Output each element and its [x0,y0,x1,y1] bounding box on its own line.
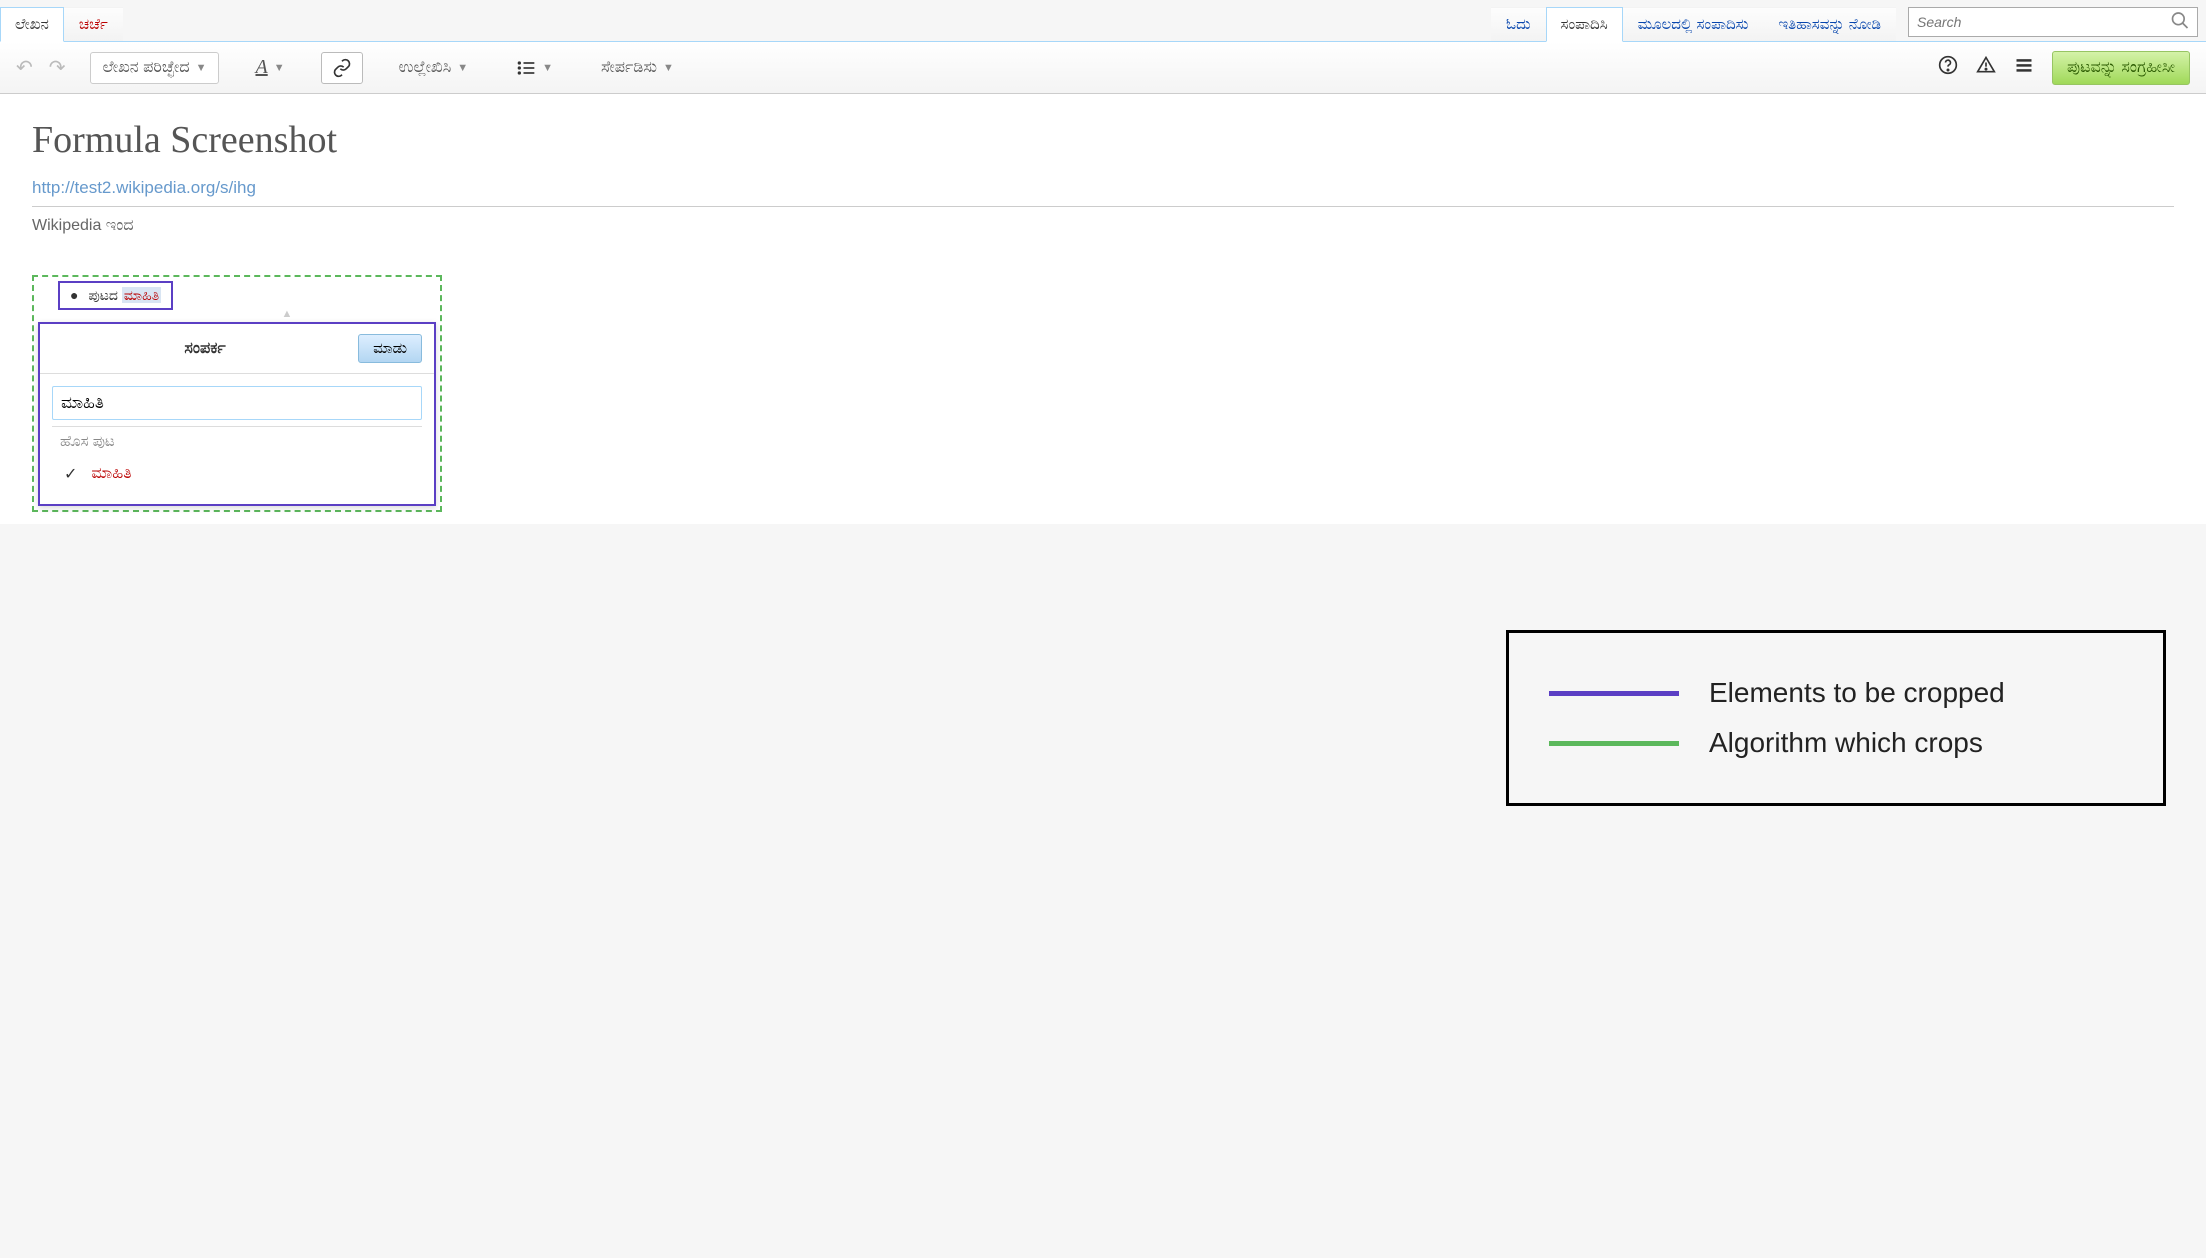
link-target-input-wrap [52,386,422,420]
link-button[interactable] [321,52,363,84]
warning-icon[interactable] [1976,55,1996,81]
link-inspector-popup: ಸಂಪರ್ಕ ಮಾಡು ಹೊಸ ಪುಟ ✓ ಮಾಹಿತಿ [38,322,436,506]
popup-done-button[interactable]: ಮಾಡು [358,334,422,363]
legend-label-crop: Elements to be cropped [1709,677,2005,709]
popup-caret-icon: ▲ [134,308,440,320]
right-tabs: ಓದು ಸಂಪಾದಿಸಿ ಮೂಲದಲ್ಲಿ ಸಂಪಾದಿಸು ಇತಿಹಾಸವನ್… [1491,7,1896,41]
annotation-region: ● ಪುಟದ ಮಾಹಿತಿ ▲ ಸಂಪರ್ಕ ಮಾಡು ಹೊಸ ಪುಟ [32,275,442,512]
new-page-header: ಹೊಸ ಪುಟ [52,427,422,456]
insert-label: ಸೇರ್ಪಡಿಸು [601,59,657,77]
search-box [1908,7,2198,37]
cite-dropdown[interactable]: ಉಲ್ಲೇಖಿಸಿ ▼ [387,53,481,83]
paragraph-dropdown[interactable]: ಲೇಖನ ಪರಿಚ್ಛೇದ ▼ [90,52,220,84]
undo-redo-group: ↶ ↷ [16,55,66,80]
link-context-box: ● ಪುಟದ ಮಾಹಿತಿ [58,281,173,310]
tab-article[interactable]: ಲೇಖನ [0,7,64,42]
chevron-down-icon: ▼ [457,62,468,74]
text-style-dropdown[interactable]: A ▼ [243,50,296,85]
algorithm-crop-box: ● ಪುಟದ ಮಾಹಿತಿ ▲ ಸಂಪರ್ಕ ಮಾಡು ಹೊಸ ಪುಟ [32,275,442,512]
chevron-down-icon: ▼ [663,62,674,74]
undo-icon[interactable]: ↶ [16,55,33,80]
editor-toolbar: ↶ ↷ ಲೇಖನ ಪರಿಚ್ಛೇದ ▼ A ▼ ಉಲ್ಲೇಖಿಸಿ ▼ ▼ ಸೇ… [0,42,2206,94]
link-icon [332,58,352,78]
popup-body: ಹೊಸ ಪುಟ ✓ ಮಾಹಿತಿ [40,374,434,504]
suggestion-label: ಮಾಹಿತಿ [91,465,131,483]
content-area: Formula Screenshot http://test2.wikipedi… [0,94,2206,524]
legend-row-algo: Algorithm which crops [1549,727,2123,759]
tab-read[interactable]: ಓದು [1491,7,1546,41]
suggestion-section: ಹೊಸ ಪುಟ ✓ ಮಾಹಿತಿ [52,426,422,492]
chevron-down-icon: ▼ [196,62,207,74]
help-icon[interactable] [1938,55,1958,81]
popup-header: ಸಂಪರ್ಕ ಮಾಡು [40,324,434,374]
tab-edit-source[interactable]: ಮೂಲದಲ್ಲಿ ಸಂಪಾದಿಸು [1623,7,1764,41]
context-word-1: ಪುಟದ [88,287,118,303]
suggestion-item[interactable]: ✓ ಮಾಹಿತಿ [52,456,422,492]
page-url-link[interactable]: http://test2.wikipedia.org/s/ihg [32,178,2174,207]
tab-talk[interactable]: ಚರ್ಚೆ [64,7,123,41]
legend-box: Elements to be cropped Algorithm which c… [1506,630,2166,806]
check-icon: ✓ [64,464,77,484]
toolbar-right: ಪುಟವನ್ನು ಸಂಗ್ರಹೀಸೀ [1938,51,2190,85]
text-style-icon: A [255,56,267,79]
context-word-2-selected[interactable]: ಮಾಹಿತಿ [122,287,161,303]
top-tab-bar: ಲೇಖನ ಚರ್ಚೆ ಓದು ಸಂಪಾದಿಸಿ ಮೂಲದಲ್ಲಿ ಸಂಪಾದಿಸ… [0,0,2206,42]
list-icon [516,58,536,78]
page-from-text: Wikipedia ಇಂದ [32,217,2174,235]
search-icon[interactable] [2170,11,2190,34]
tab-history[interactable]: ಇತಿಹಾಸವನ್ನು ನೋಡಿ [1763,7,1896,41]
bullet-icon: ● [70,287,78,303]
popup-title: ಸಂಪರ್ಕ [52,340,358,358]
tab-edit[interactable]: ಸಂಪಾದಿಸಿ [1546,7,1623,42]
chevron-down-icon: ▼ [542,62,553,74]
chevron-down-icon: ▼ [274,62,285,74]
legend-row-crop: Elements to be cropped [1549,677,2123,709]
redo-icon[interactable]: ↷ [49,55,66,80]
left-tabs: ಲೇಖನ ಚರ್ಚೆ [0,7,123,41]
paragraph-label: ಲೇಖನ ಪರಿಚ್ಛೇದ [103,59,190,77]
search-input[interactable] [1908,7,2198,37]
page-title: Formula Screenshot [32,118,2174,162]
insert-dropdown[interactable]: ಸೇರ್ಪಡಿಸು ▼ [589,53,686,83]
cite-label: ಉಲ್ಲೇಖಿಸಿ [399,59,452,77]
legend-swatch-green [1549,741,1679,746]
menu-icon[interactable] [2014,55,2034,81]
legend-swatch-purple [1549,691,1679,696]
save-button[interactable]: ಪುಟವನ್ನು ಸಂಗ್ರಹೀಸೀ [2052,51,2190,85]
list-dropdown[interactable]: ▼ [504,52,565,84]
legend-label-algo: Algorithm which crops [1709,727,1983,759]
link-target-input[interactable] [61,393,413,413]
